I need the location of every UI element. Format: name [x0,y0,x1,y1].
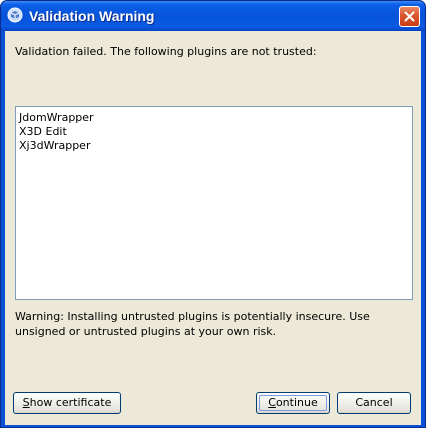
plugin-item[interactable]: X3D Edit [19,125,409,139]
continue-button[interactable]: Continue [256,392,330,414]
dialog-window: Validation Warning Validation failed. Th… [0,0,426,428]
security-warning: Warning: Installing untrusted plugins is… [15,310,370,338]
mnemonic-s: S [22,396,30,409]
default-focus-ring: Continue [259,395,327,411]
plugin-item[interactable]: JdomWrapper [19,111,409,125]
java-cup-icon [7,7,23,23]
close-icon [404,11,415,22]
title-bar[interactable]: Validation Warning [1,1,425,31]
validation-message: Validation failed. The following plugins… [15,45,317,58]
continue-label: ontinue [275,396,318,409]
close-button[interactable] [399,6,420,27]
dialog-body: Validation failed. The following plugins… [5,31,421,425]
show-certificate-button[interactable]: Show certificate [13,392,121,414]
cancel-button[interactable]: Cancel [337,392,411,414]
show-certificate-label: how certificate [29,396,112,409]
mnemonic-c: C [268,396,276,409]
untrusted-plugin-list[interactable]: JdomWrapper X3D Edit Xj3dWrapper [15,106,413,300]
plugin-item[interactable]: Xj3dWrapper [19,139,409,153]
window-title: Validation Warning [29,8,155,24]
